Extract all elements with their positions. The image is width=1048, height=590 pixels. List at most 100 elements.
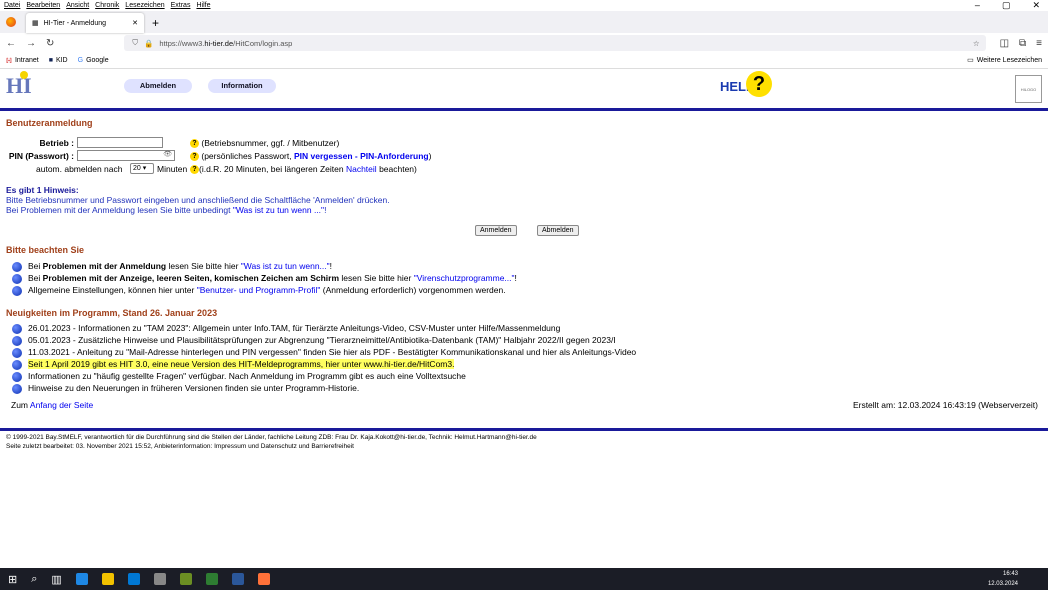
shield-icon: ⛉	[132, 38, 139, 47]
back-icon[interactable]: ←	[6, 38, 16, 49]
bullet-icon	[12, 383, 22, 394]
menubar: Datei Bearbeiten Ansicht Chronik Lesezei…	[0, 0, 1048, 11]
firefox-taskbar-icon[interactable]	[257, 573, 270, 585]
bookmark-label: KID	[55, 57, 68, 64]
help-question-icon[interactable]: ?	[190, 152, 199, 162]
new-tab-button[interactable]: +	[152, 13, 159, 33]
more-bookmarks-label: Weitere Lesezeichen	[976, 56, 1042, 64]
tab-bar: ▦ HI-Tier - Anmeldung ✕ + – ▢ ✕	[0, 0, 1048, 33]
note-link[interactable]: "Virenschutzprogramme..."	[414, 273, 515, 283]
bookmark-intranet[interactable]: ℍ Intranet	[6, 57, 39, 65]
lock-icon: 🔒	[144, 38, 154, 48]
pin-forgot-link[interactable]: PIN vergessen - PIN-Anforderung	[294, 151, 429, 161]
news-item: 11.03.2021 - Anleitung zu "Mail-Adresse …	[12, 347, 636, 358]
logout-button[interactable]: Abmelden	[537, 225, 579, 236]
firefox-icon	[6, 17, 16, 27]
pin-input[interactable]: 👁	[77, 150, 175, 161]
explorer-icon[interactable]	[101, 573, 114, 585]
menu-icon[interactable]: ≡	[1036, 38, 1042, 49]
back-to-top: Zum Anfang der Seite	[11, 400, 94, 410]
nachteil-link[interactable]: Nachteil	[346, 164, 377, 174]
pin-hint: ? (persönliches Passwort, PIN vergessen …	[190, 151, 431, 162]
eye-icon[interactable]: 👁	[163, 150, 172, 158]
news-item: Hinweise zu den Neuerungen in früheren V…	[12, 383, 359, 394]
app-icon[interactable]	[153, 573, 166, 585]
bullet-icon	[12, 273, 22, 284]
google-icon: G	[77, 57, 84, 64]
menu-extras[interactable]: Extras	[171, 0, 191, 11]
bookmark-kid[interactable]: ■ KID	[49, 57, 68, 64]
bookmark-label: Intranet	[14, 57, 39, 64]
auto-logout-select[interactable]: 20 ▾	[130, 163, 154, 174]
reload-icon[interactable]: ↻	[46, 38, 54, 49]
menu-datei[interactable]: Datei	[4, 0, 20, 11]
url-text: https://www3.hi-tier.de/HitCom/login.asp	[159, 38, 293, 48]
news-item: Seit 1 April 2019 gibt es HIT 3.0, eine …	[12, 359, 455, 370]
news-item: Informationen zu "häufig gestellte Frage…	[12, 371, 466, 382]
nav-abmelden[interactable]: Abmelden	[124, 79, 192, 93]
minutes-label: Minuten	[157, 164, 188, 174]
hi-logo[interactable]: HI	[6, 71, 32, 99]
minimize-button[interactable]: –	[975, 0, 980, 11]
betrieb-hint: ? (Betriebsnummer, ggf. / Mitbenutzer)	[190, 138, 339, 149]
auto-logout-label: autom. abmelden nach	[36, 164, 123, 174]
clock-date: 12.03.2024	[987, 581, 1018, 587]
more-bookmarks[interactable]: ▭ Weitere Lesezeichen	[967, 56, 1042, 65]
bookmark-google[interactable]: G Google	[78, 57, 109, 64]
note-item: Bei Problemen mit der Anzeige, leeren Se…	[12, 273, 517, 284]
pin-label: PIN (Passwort) :	[8, 151, 74, 161]
bulb-icon	[20, 71, 28, 79]
created-timestamp: Erstellt am: 12.03.2024 16:43:19 (Webser…	[852, 400, 1038, 410]
login-button[interactable]: Anmelden	[475, 225, 517, 236]
forward-icon[interactable]: →	[26, 38, 36, 49]
top-link[interactable]: Anfang der Seite	[30, 400, 93, 410]
bullet-icon	[12, 323, 22, 334]
pocket-icon[interactable]: ◫	[1000, 38, 1009, 49]
bullet-icon	[12, 359, 22, 370]
menu-lesezeichen[interactable]: Lesezeichen	[125, 0, 164, 11]
betrieb-label: Betrieb :	[39, 138, 74, 148]
help-logo[interactable]: HELP?	[720, 71, 772, 97]
close-window-button[interactable]: ✕	[1032, 0, 1040, 11]
hint-line-2: Bei Problemen mit der Anmeldung lesen Si…	[6, 205, 327, 215]
menu-hilfe[interactable]: Hilfe	[196, 0, 210, 11]
note-item: Allgemeine Einstellungen, können hier un…	[12, 285, 506, 296]
mail-icon[interactable]	[127, 573, 140, 585]
section-news-title: Neuigkeiten im Programm, Stand 26. Janua…	[6, 308, 218, 318]
menu-chronik[interactable]: Chronik	[95, 0, 119, 11]
extensions-icon[interactable]: ⧉	[1019, 38, 1026, 49]
task-view-icon[interactable]: ▥	[51, 573, 61, 586]
close-tab-icon[interactable]: ✕	[132, 19, 138, 27]
edge-icon[interactable]	[75, 573, 88, 585]
bookmark-star-icon[interactable]: ☆	[973, 39, 980, 48]
bookmarks-bar: ℍ Intranet ■ KID G Google ▭ Weitere Lesezeic…	[0, 53, 1048, 69]
word-icon[interactable]	[231, 573, 244, 585]
betrieb-input[interactable]	[77, 137, 163, 148]
tab-active[interactable]: ▦ HI-Tier - Anmeldung ✕	[26, 13, 144, 33]
menu-ansicht[interactable]: Ansicht	[66, 0, 89, 11]
help-question-icon[interactable]: ?	[190, 139, 199, 149]
footer-line-2: Seite zuletzt bearbeitet: 03. November 2…	[6, 443, 354, 450]
page-favicon-icon: ▦	[32, 20, 39, 27]
clock-time: 16:43	[1002, 571, 1018, 577]
maximize-button[interactable]: ▢	[1002, 0, 1011, 11]
url-bar[interactable]: ⛉ 🔒 https://www3.hi-tier.de/HitCom/login…	[124, 35, 986, 51]
bullet-icon	[12, 335, 22, 346]
kid-icon: ■	[48, 57, 53, 64]
clock[interactable]: 16:43 12.03.2024	[988, 569, 1018, 589]
nav-information[interactable]: Information	[208, 79, 276, 93]
note-link[interactable]: "Was ist zu tun wenn..."	[241, 261, 330, 271]
app-icon[interactable]	[205, 573, 218, 585]
search-icon[interactable]: ⌕	[31, 573, 37, 586]
note-link[interactable]: "Benutzer- und Programm-Profil"	[197, 285, 321, 295]
news-item: 05.01.2023 - Zusätzliche Hinweise und Pl…	[12, 335, 616, 346]
bullet-icon	[12, 371, 22, 382]
intranet-icon: ℍ	[6, 57, 12, 65]
menu-bearbeiten[interactable]: Bearbeiten	[26, 0, 60, 11]
question-icon: ?	[746, 71, 772, 97]
help-question-icon[interactable]: ?	[190, 165, 199, 175]
page-content: HI Abmelden Information HELP? HILOGO Ben…	[0, 69, 1048, 560]
windows-start-icon[interactable]: ⊞	[8, 573, 17, 586]
app-icon[interactable]	[179, 573, 192, 585]
was-tun-link[interactable]: "Was ist zu tun wenn ..."	[233, 205, 324, 215]
